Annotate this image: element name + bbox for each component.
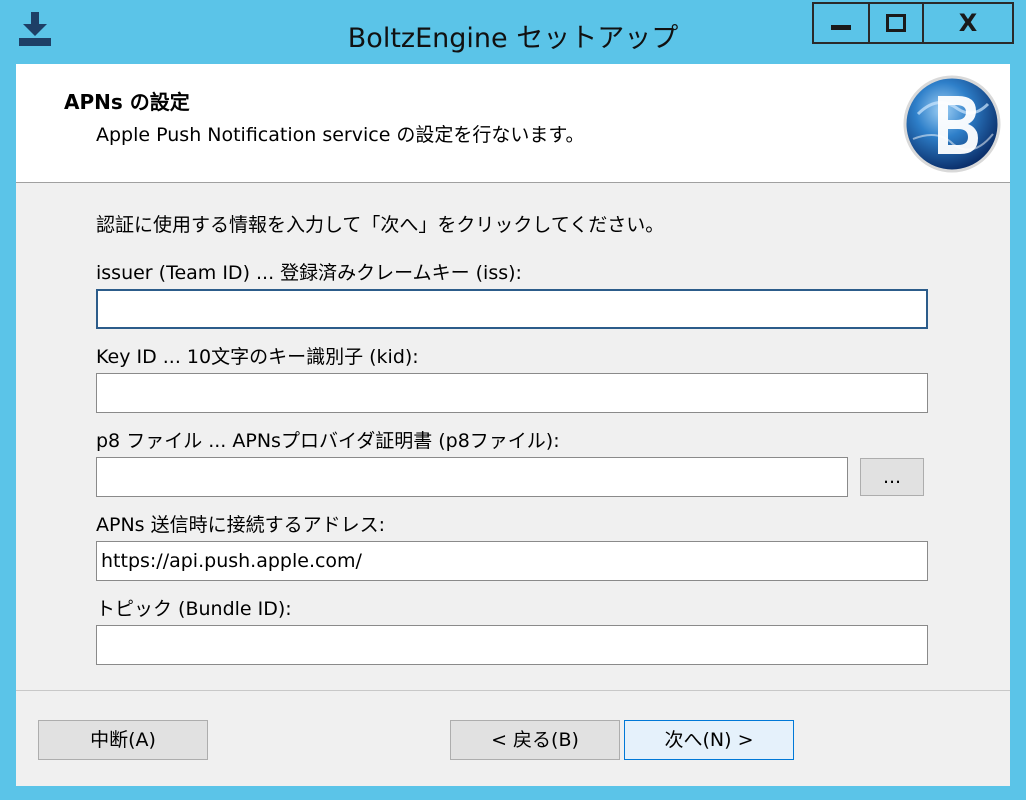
minimize-button[interactable] — [812, 2, 870, 44]
topic-label: トピック (Bundle ID): — [96, 598, 292, 620]
header-panel: APNs の設定 Apple Push Notification service… — [16, 64, 1010, 183]
page-title: APNs の設定 — [64, 90, 190, 114]
page-subtitle: Apple Push Notification service の設定を行ないま… — [96, 124, 585, 146]
apns-address-input[interactable] — [96, 541, 928, 581]
instruction-text: 認証に使用する情報を入力して「次へ」をクリックしてください。 — [96, 214, 665, 236]
p8-file-label: p8 ファイル ... APNsプロバイダ証明書 (p8ファイル): — [96, 430, 560, 452]
maximize-button[interactable] — [868, 2, 924, 44]
key-id-input[interactable] — [96, 373, 928, 413]
key-id-label: Key ID ... 10文字のキー識別子 (kid): — [96, 346, 419, 368]
close-icon: X — [958, 9, 978, 37]
p8-file-input[interactable] — [96, 457, 848, 497]
topic-input[interactable] — [96, 625, 928, 665]
close-button[interactable]: X — [922, 2, 1014, 44]
issuer-input[interactable] — [96, 289, 928, 329]
cancel-button[interactable]: 中断(A) — [38, 720, 208, 760]
title-bar[interactable]: BoltzEngine セットアップ X — [0, 0, 1026, 64]
footer-divider — [16, 690, 1010, 691]
minimize-icon — [831, 25, 851, 30]
apns-address-label: APNs 送信時に接続するアドレス: — [96, 514, 386, 536]
browse-button[interactable]: ... — [860, 458, 924, 496]
next-button[interactable]: 次へ(N) > — [624, 720, 794, 760]
maximize-icon — [886, 14, 906, 32]
issuer-label: issuer (Team ID) ... 登録済みクレームキー (iss): — [96, 262, 522, 284]
back-button[interactable]: < 戻る(B) — [450, 720, 620, 760]
dialog-body: APNs の設定 Apple Push Notification service… — [16, 64, 1010, 786]
boltzengine-logo — [898, 74, 1004, 174]
